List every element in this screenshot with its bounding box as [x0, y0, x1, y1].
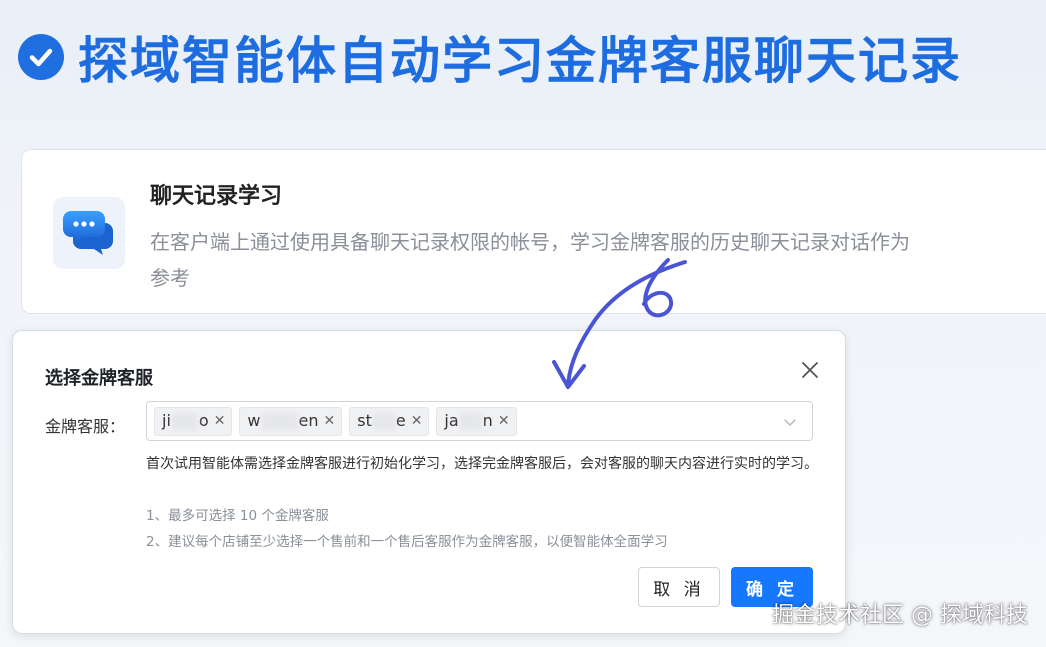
agent-tag-text: ji o [162, 411, 209, 431]
select-gold-agent-dialog: 选择金牌客服 金牌客服： ji o ✕ w en ✕ st e ✕ ja n ✕ 首次试… [12, 330, 846, 634]
gold-agent-label: 金牌客服： [45, 417, 126, 436]
agent-tag: ja n ✕ [436, 406, 517, 436]
cancel-button[interactable]: 取 消 [638, 567, 720, 607]
agent-tag: ji o ✕ [154, 406, 233, 436]
remove-tag-icon[interactable]: ✕ [324, 413, 336, 429]
rule-recommendation: 2、建议每个店铺至少选择一个售前和一个售后客服作为金牌客服，以便智能体全面学习 [146, 534, 668, 550]
close-icon[interactable] [799, 359, 821, 381]
watermark: 掘金技术社区 @ 探域科技 [772, 603, 1028, 628]
chat-learning-card[interactable]: 聊天记录学习 在客户端上通过使用具备聊天记录权限的帐号，学习金牌客服的历史聊天记… [21, 149, 1046, 314]
card-title: 聊天记录学习 [150, 184, 283, 209]
rule-max-count: 1、最多可选择 10 个金牌客服 [146, 508, 329, 524]
remove-tag-icon[interactable]: ✕ [498, 413, 510, 429]
chat-bubbles-icon [53, 197, 125, 269]
card-description: 在客户端上通过使用具备聊天记录权限的帐号，学习金牌客服的历史聊天记录对话作为参考 [150, 230, 910, 290]
agent-tag-text: st e [357, 411, 406, 431]
check-circle-icon [18, 34, 64, 80]
banner-title: 探域智能体自动学习金牌客服聊天记录 [78, 32, 962, 90]
agent-tag-text: w en [247, 411, 319, 431]
agent-tag-text: ja n [444, 411, 493, 431]
gold-agent-select[interactable]: ji o ✕ w en ✕ st e ✕ ja n ✕ [146, 401, 813, 441]
chevron-down-icon[interactable] [782, 414, 798, 430]
remove-tag-icon[interactable]: ✕ [411, 413, 423, 429]
help-text: 首次试用智能体需选择金牌客服进行初始化学习，选择完金牌客服后，会对客服的聊天内容… [146, 456, 818, 472]
agent-tag: w en ✕ [239, 406, 343, 436]
agent-tag: st e ✕ [349, 406, 430, 436]
remove-tag-icon[interactable]: ✕ [214, 413, 226, 429]
dialog-title: 选择金牌客服 [45, 368, 153, 389]
banner: 探域智能体自动学习金牌客服聊天记录 [18, 22, 962, 92]
